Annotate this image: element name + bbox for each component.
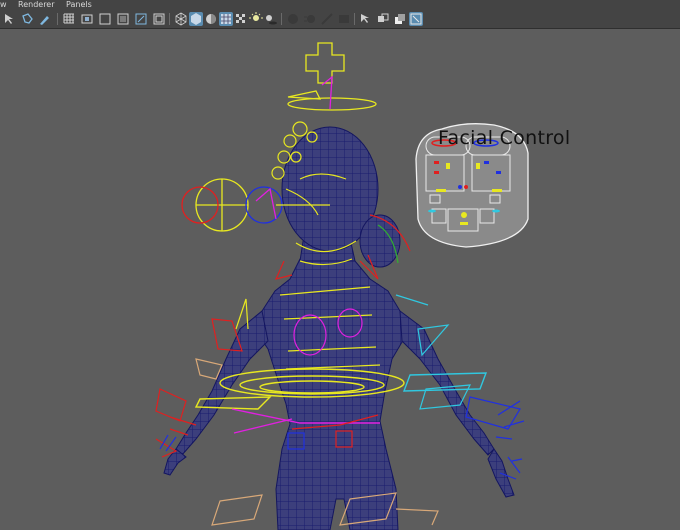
ambient-occlusion-icon[interactable] xyxy=(286,12,300,26)
wireframe-icon[interactable] xyxy=(174,12,188,26)
xray-active-icon[interactable] xyxy=(409,12,423,26)
textured-icon[interactable] xyxy=(234,12,248,26)
panel-toolbar xyxy=(0,10,680,29)
motion-blur-icon[interactable] xyxy=(303,12,317,26)
default-material-icon[interactable] xyxy=(204,12,218,26)
lasso-icon[interactable] xyxy=(20,12,34,26)
gate-mask-icon[interactable] xyxy=(116,12,130,26)
grid-icon[interactable] xyxy=(62,12,76,26)
wireframe-on-shaded-icon[interactable] xyxy=(219,12,233,26)
anti-alias-icon[interactable] xyxy=(320,12,334,26)
lighting-icon[interactable] xyxy=(249,12,263,26)
menu-panels[interactable]: Panels xyxy=(66,0,92,10)
menu-renderer[interactable]: Renderer xyxy=(18,0,55,10)
menu-bar: w Renderer Panels xyxy=(0,0,680,10)
head-controls[interactable] xyxy=(287,42,377,111)
field-chart-icon[interactable] xyxy=(134,12,148,26)
paint-icon[interactable] xyxy=(38,12,52,26)
resolution-gate-icon[interactable] xyxy=(98,12,112,26)
xray-icon[interactable] xyxy=(376,12,390,26)
smooth-shade-icon[interactable] xyxy=(189,12,203,26)
depth-of-field-icon[interactable] xyxy=(337,12,351,26)
xray-joints-icon[interactable] xyxy=(393,12,407,26)
safe-action-icon[interactable] xyxy=(152,12,166,26)
rig-scene xyxy=(155,42,529,530)
3d-viewport[interactable]: Facial Control xyxy=(0,29,680,530)
film-gate-icon[interactable] xyxy=(80,12,94,26)
shadows-icon[interactable] xyxy=(264,12,278,26)
isolate-select-icon[interactable] xyxy=(359,12,373,26)
facial-control-label: Facial Control xyxy=(438,127,571,149)
menu-view[interactable]: w xyxy=(0,0,7,10)
select-icon[interactable] xyxy=(2,12,16,26)
